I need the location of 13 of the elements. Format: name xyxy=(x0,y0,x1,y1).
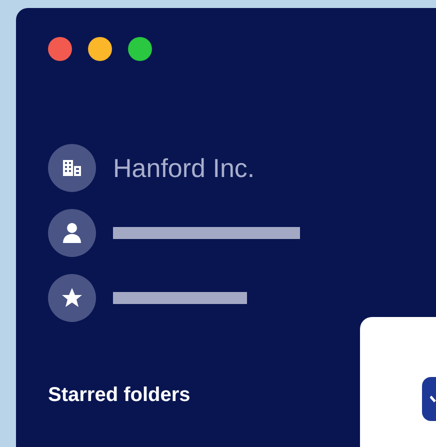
avatar-circle[interactable] xyxy=(48,144,96,192)
check-icon xyxy=(430,395,436,403)
window-control-dot[interactable] xyxy=(128,37,152,61)
person-icon xyxy=(62,222,82,244)
avatar-circle[interactable] xyxy=(48,274,96,322)
building-icon xyxy=(62,159,82,177)
section-title: Starred folders xyxy=(48,384,192,407)
window-control-dot[interactable] xyxy=(88,37,112,61)
organization-name[interactable]: Hanford Inc. xyxy=(113,152,255,184)
checkbox[interactable] xyxy=(422,377,436,421)
window-control-dot[interactable] xyxy=(48,37,72,61)
star-icon xyxy=(60,286,84,310)
avatar-circle[interactable] xyxy=(48,209,96,257)
